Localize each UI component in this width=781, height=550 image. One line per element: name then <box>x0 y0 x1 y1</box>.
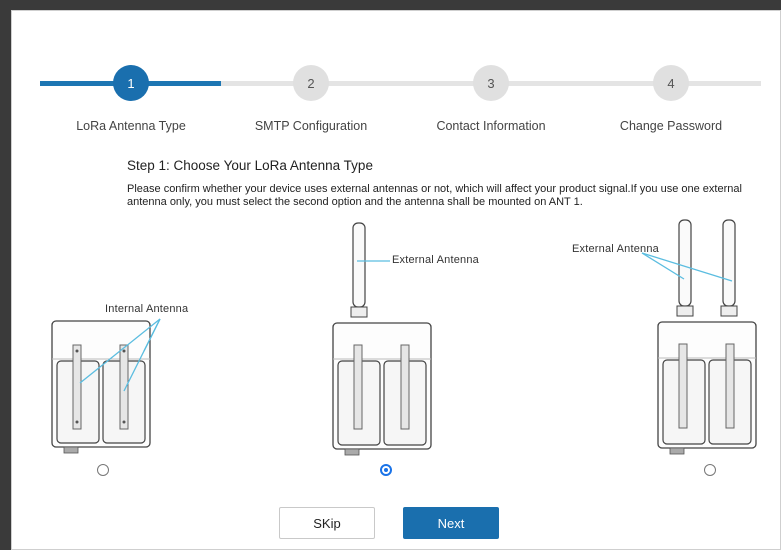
step-3-circle[interactable]: 3 <box>473 65 509 101</box>
step-title: Step 1: Choose Your LoRa Antenna Type <box>127 158 373 173</box>
external-antenna-annotation-single: External Antenna <box>392 254 479 266</box>
option-internal-antenna-radio[interactable] <box>97 464 109 476</box>
step-2-circle[interactable]: 2 <box>293 65 329 101</box>
step-description: Please confirm whether your device uses … <box>127 183 742 208</box>
step-1-label: LoRa Antenna Type <box>76 119 186 133</box>
step-2-label: SMTP Configuration <box>254 119 368 133</box>
external-antenna-callout-single <box>357 260 390 262</box>
option-one-external-antenna-radio[interactable] <box>380 464 392 476</box>
external-antenna-annotation-dual: External Antenna <box>572 243 659 255</box>
step-3-label: Contact Information <box>436 119 546 133</box>
next-button[interactable]: Next <box>403 507 499 539</box>
internal-antenna-annotation: Internal Antenna <box>105 303 189 315</box>
step-1-circle[interactable]: 1 <box>113 65 149 101</box>
skip-button[interactable]: SKip <box>279 507 375 539</box>
step-4-circle[interactable]: 4 <box>653 65 689 101</box>
setup-wizard-dialog: 1 2 3 4 LoRa Antenna Type SMTP Configura… <box>11 10 781 550</box>
external-antenna-callout-dual <box>641 252 733 282</box>
internal-antenna-callout <box>79 318 161 392</box>
option-two-external-antennas-radio[interactable] <box>704 464 716 476</box>
step-4-label: Change Password <box>619 119 723 133</box>
